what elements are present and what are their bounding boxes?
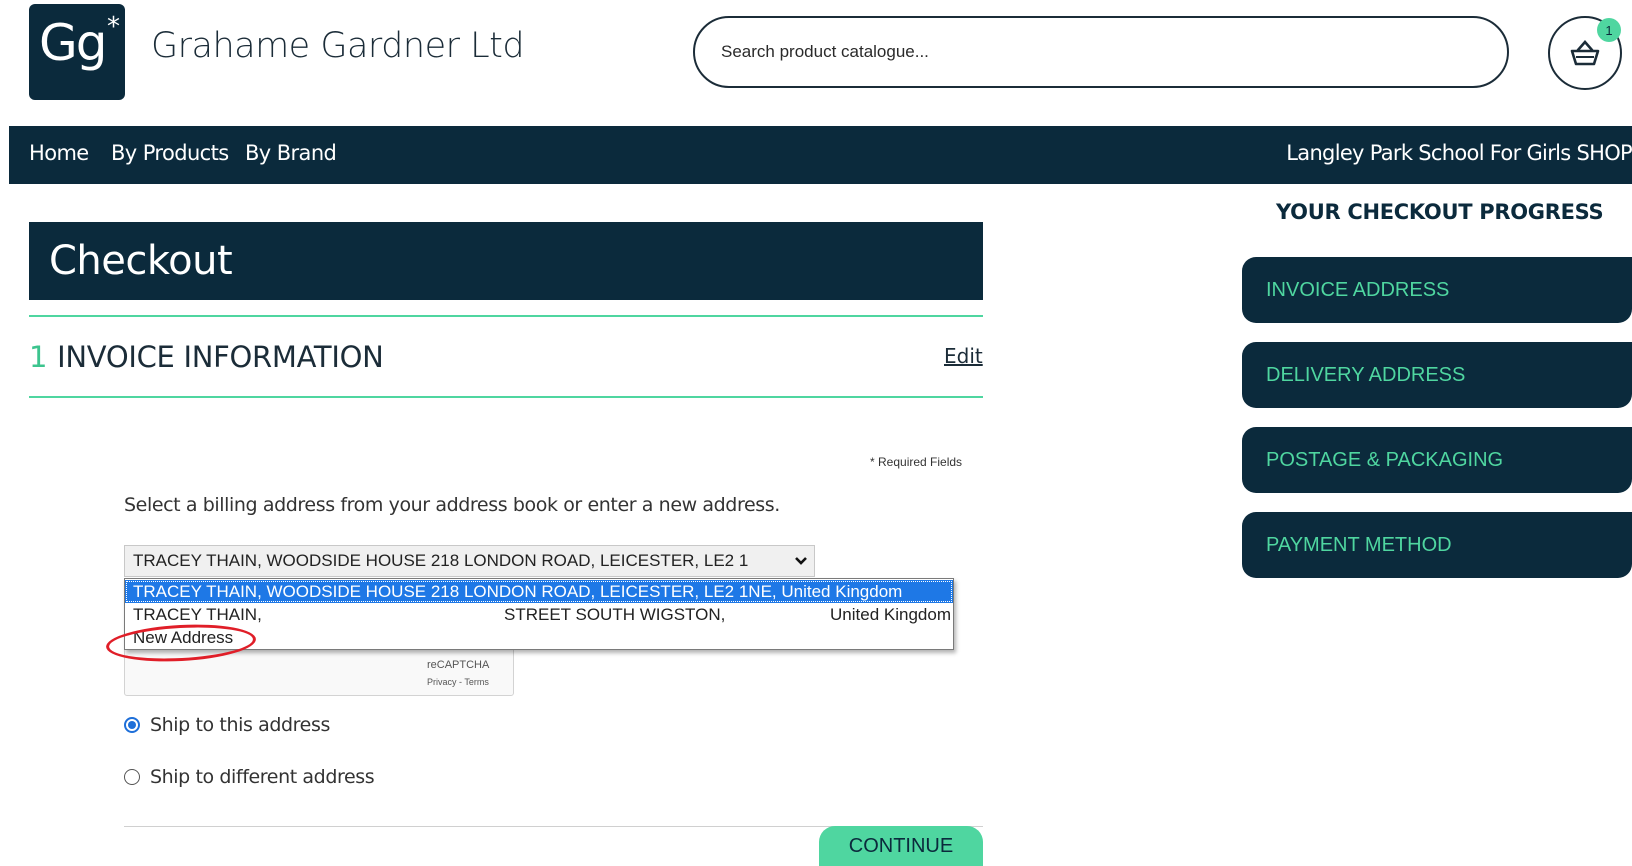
company-name[interactable]: Grahame Gardner Ltd [151,26,525,66]
ship-same-label: Ship to this address [150,714,330,736]
ship-same-radio[interactable] [124,717,140,733]
recaptcha-label: reCAPTCHA [427,659,490,671]
billing-address-select[interactable]: TRACEY THAIN, WOODSIDE HOUSE 218 LONDON … [124,545,815,577]
main-nav: Home By Products By Brand Langley Park S… [9,126,1632,184]
checkout-banner: Checkout [29,222,983,300]
section-heading: 1 INVOICE INFORMATION [29,340,384,374]
search-placeholder: Search product catalogue... [721,42,929,61]
ship-different-radio[interactable] [124,769,140,785]
nav-by-products[interactable]: By Products [111,141,229,165]
select-current-value: TRACEY THAIN, WOODSIDE HOUSE 218 LONDON … [133,551,749,570]
ship-different-option[interactable]: Ship to different address [124,766,375,788]
required-fields-note: * Required Fields [870,455,963,469]
shop-name[interactable]: Langley Park School For Girls SHOP [1286,141,1632,165]
ship-different-label: Ship to different address [150,766,375,788]
search-input[interactable]: Search product catalogue... [693,16,1509,88]
logo-star: * [107,12,120,42]
progress-step-payment-method[interactable]: PAYMENT METHOD [1242,512,1632,578]
page-title: Checkout [49,238,233,284]
section-number: 1 [29,340,48,374]
continue-button[interactable]: CONTINUE [819,826,983,866]
progress-step-delivery-address[interactable]: DELIVERY ADDRESS [1242,342,1632,408]
nav-home[interactable]: Home [29,141,89,165]
nav-by-brand[interactable]: By Brand [245,141,337,165]
logo-letters: Gg [39,14,107,72]
edit-link[interactable]: Edit [944,344,983,368]
basket-count-badge: 1 [1597,18,1621,42]
billing-instruction: Select a billing address from your addre… [124,494,780,516]
ship-same-option[interactable]: Ship to this address [124,714,330,736]
progress-step-postage-packaging[interactable]: POSTAGE & PACKAGING [1242,427,1632,493]
section-divider-bottom [29,396,983,398]
basket-icon [1570,40,1600,66]
chevron-down-icon [788,553,814,569]
option-2-country: United Kingdom [830,605,951,624]
brand-logo[interactable]: Gg * [29,4,125,100]
option-2-street: STREET SOUTH WIGSTON, [504,605,726,624]
dropdown-option-address-2[interactable]: TRACEY THAIN, STREET SOUTH WIGSTON, Unit… [125,603,953,626]
section-title: INVOICE INFORMATION [57,340,384,374]
progress-title: YOUR CHECKOUT PROGRESS [1276,200,1604,224]
progress-step-invoice-address[interactable]: INVOICE ADDRESS [1242,257,1632,323]
dropdown-option-address-1[interactable]: TRACEY THAIN, WOODSIDE HOUSE 218 LONDON … [125,580,953,603]
recaptcha-links[interactable]: Privacy - Terms [427,677,489,687]
section-divider-top [29,315,983,317]
option-2-name: TRACEY THAIN, [133,605,262,624]
